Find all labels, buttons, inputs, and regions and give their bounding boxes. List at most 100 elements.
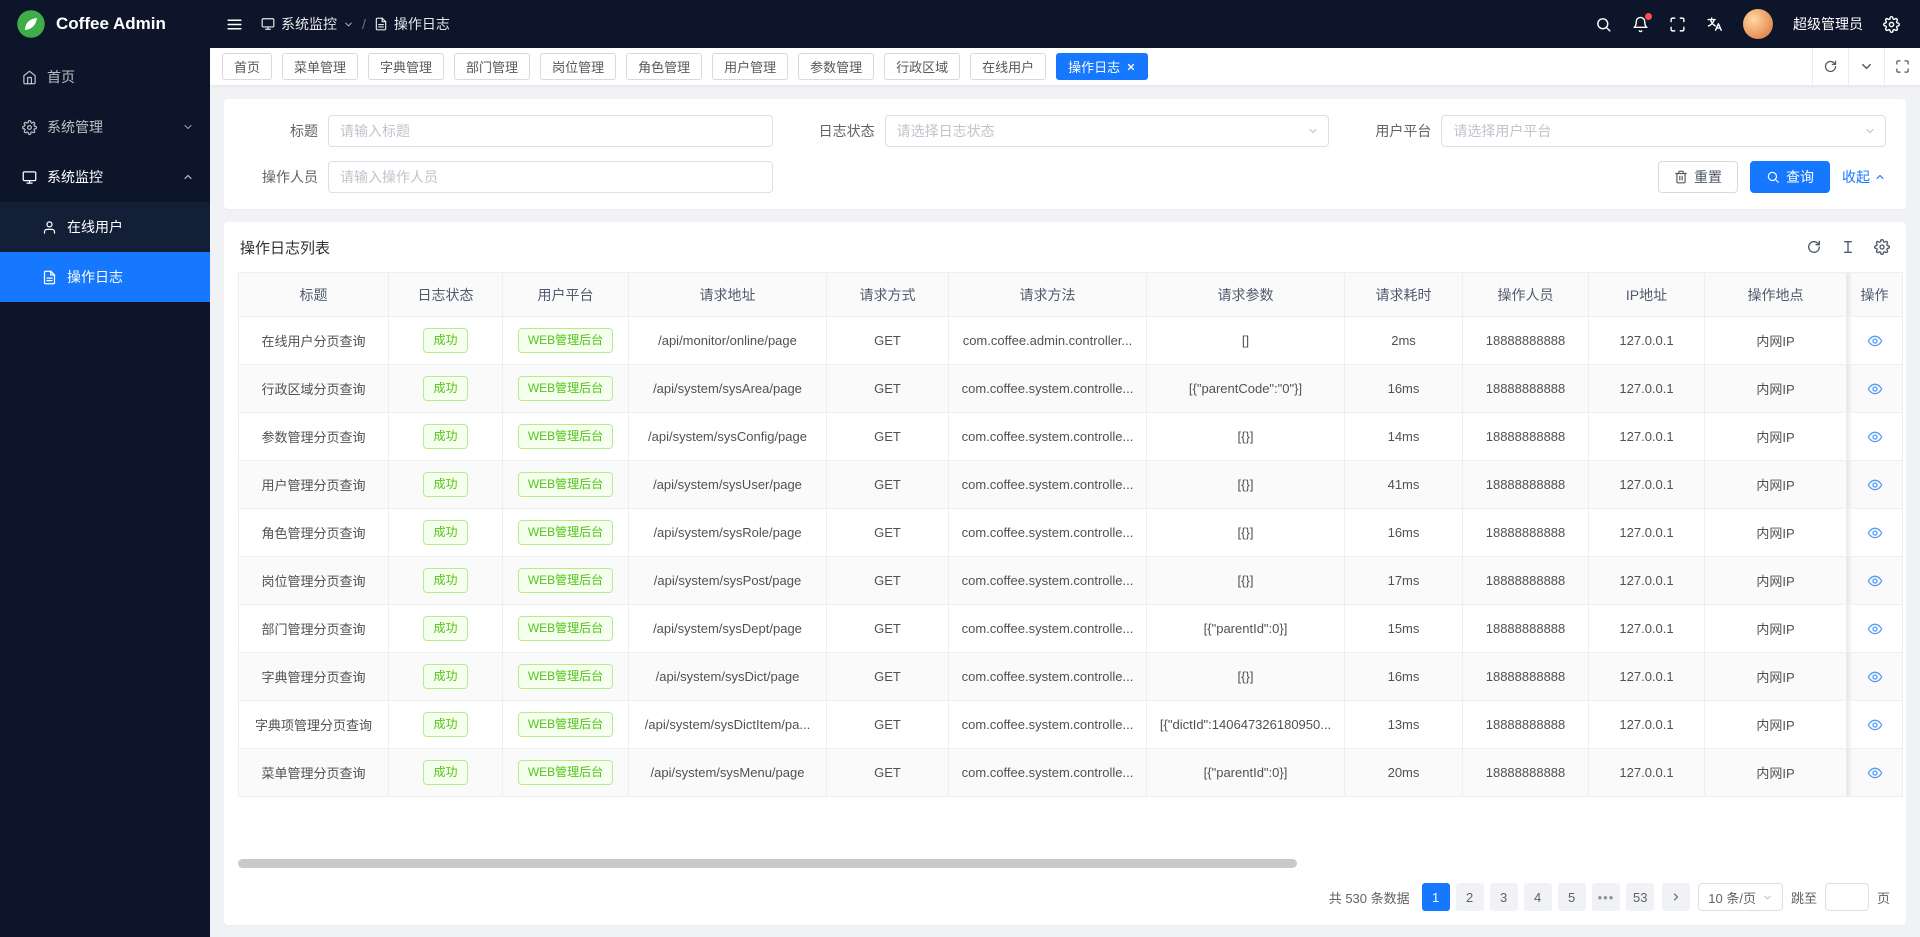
tab-item[interactable]: 角色管理 xyxy=(626,53,702,80)
view-detail-button[interactable] xyxy=(1867,429,1883,445)
tab-refresh-button[interactable] xyxy=(1812,48,1848,85)
sidebar-item-label: 在线用户 xyxy=(67,217,194,237)
view-detail-button[interactable] xyxy=(1867,669,1883,685)
fullscreen-button[interactable] xyxy=(1669,16,1686,33)
cell-request-params: [] xyxy=(1147,317,1345,365)
cell-ip-address: 127.0.0.1 xyxy=(1589,701,1705,749)
tab-label: 首页 xyxy=(234,57,260,76)
view-detail-button[interactable] xyxy=(1867,573,1883,589)
cell-operator: 18888888888 xyxy=(1463,701,1589,749)
sidebar-item-system-monitor[interactable]: 系统监控 xyxy=(0,152,210,202)
column-settings-button[interactable] xyxy=(1874,239,1890,255)
pagination-page-4[interactable]: 4 xyxy=(1524,883,1552,911)
cell-location: 内网IP xyxy=(1705,749,1847,797)
tab-item[interactable]: 用户管理 xyxy=(712,53,788,80)
cell-operator: 18888888888 xyxy=(1463,557,1589,605)
tab-item[interactable]: 部门管理 xyxy=(454,53,530,80)
tab-item[interactable]: 岗位管理 xyxy=(540,53,616,80)
reset-button-label: 重置 xyxy=(1694,167,1722,187)
sidebar-item-online-users[interactable]: 在线用户 xyxy=(0,202,210,252)
tab-item[interactable]: 操作日志 xyxy=(1056,53,1148,80)
view-detail-button[interactable] xyxy=(1867,717,1883,733)
cell-request-function: com.coffee.system.controlle... xyxy=(949,605,1147,653)
refresh-table-button[interactable] xyxy=(1806,239,1822,255)
pagination-page-3[interactable]: 3 xyxy=(1490,883,1518,911)
view-detail-button[interactable] xyxy=(1867,477,1883,493)
jump-page-input[interactable] xyxy=(1825,883,1869,911)
filter-item-status: 日志状态 请选择日志状态 xyxy=(801,115,1330,147)
tab-options-dropdown[interactable] xyxy=(1848,48,1884,85)
title-input[interactable] xyxy=(328,115,773,147)
pagination-page-2[interactable]: 2 xyxy=(1456,883,1484,911)
search-button[interactable] xyxy=(1595,16,1612,33)
eye-icon xyxy=(1867,477,1883,493)
chevron-down-icon xyxy=(1859,59,1874,74)
language-button[interactable] xyxy=(1706,16,1723,33)
home-icon xyxy=(22,70,37,85)
column-header: 请求方法 xyxy=(949,273,1147,317)
log-status-select[interactable]: 请选择日志状态 xyxy=(885,115,1330,147)
page-size-value: 10 条/页 xyxy=(1708,888,1756,907)
row-density-button[interactable] xyxy=(1840,239,1856,255)
platform-tag: WEB管理后台 xyxy=(518,424,613,449)
pagination-ellipsis[interactable]: ••• xyxy=(1592,883,1621,911)
sidebar-item-operation-log[interactable]: 操作日志 xyxy=(0,252,210,302)
view-detail-button[interactable] xyxy=(1867,381,1883,397)
sidebar-item-system-management[interactable]: 系统管理 xyxy=(0,102,210,152)
pagination-page-1[interactable]: 1 xyxy=(1422,883,1450,911)
tab-item[interactable]: 首页 xyxy=(222,53,272,80)
view-detail-button[interactable] xyxy=(1867,525,1883,541)
collapse-filter-link[interactable]: 收起 xyxy=(1842,167,1886,187)
cell-request-method: GET xyxy=(827,749,949,797)
tab-item[interactable]: 参数管理 xyxy=(798,53,874,80)
table-toolbar: 操作日志列表 xyxy=(224,222,1906,272)
reset-button[interactable]: 重置 xyxy=(1658,161,1738,193)
sidebar-item-home[interactable]: 首页 xyxy=(0,52,210,102)
cell-request-params: [{}] xyxy=(1147,461,1345,509)
filter-grid: 标题 日志状态 请选择日志状态 xyxy=(244,115,1886,193)
settings-button[interactable] xyxy=(1883,16,1900,33)
breadcrumb-label: 系统监控 xyxy=(281,14,337,34)
pagination-page-53[interactable]: 53 xyxy=(1626,883,1654,911)
app-logo[interactable]: Coffee Admin xyxy=(0,0,210,48)
operator-input[interactable] xyxy=(328,161,773,193)
cell-title: 字典项管理分页查询 xyxy=(255,718,372,733)
table-row: 用户管理分页查询 成功 WEB管理后台 /api/system/sysUser/… xyxy=(239,461,1903,509)
cell-location: 内网IP xyxy=(1705,653,1847,701)
sidebar-item-label: 首页 xyxy=(47,67,194,87)
cell-request-duration: 16ms xyxy=(1345,509,1463,557)
menu-fold-icon xyxy=(226,16,243,33)
tab-bar: 首页 菜单管理 字典管理 部门管理 岗位管理 角色管理 用户管理 参数管理 行政… xyxy=(210,48,1920,86)
content-fullscreen-button[interactable] xyxy=(1884,48,1920,85)
horizontal-scrollbar-thumb[interactable] xyxy=(238,859,1297,868)
search-submit-button[interactable]: 查询 xyxy=(1750,161,1830,193)
chevron-right-icon xyxy=(1670,891,1682,903)
cell-ip-address: 127.0.0.1 xyxy=(1589,317,1705,365)
tab-item[interactable]: 菜单管理 xyxy=(282,53,358,80)
tab-close-icon[interactable] xyxy=(1126,62,1136,72)
cell-ip-address: 127.0.0.1 xyxy=(1589,365,1705,413)
pagination-page-5[interactable]: 5 xyxy=(1558,883,1586,911)
cell-location: 内网IP xyxy=(1705,557,1847,605)
sidebar-collapse-button[interactable] xyxy=(226,16,243,33)
tab-label: 参数管理 xyxy=(810,57,862,76)
platform-tag: WEB管理后台 xyxy=(518,712,613,737)
pagination-next-button[interactable] xyxy=(1662,883,1690,911)
page-size-select[interactable]: 10 条/页 xyxy=(1698,883,1783,911)
tab-item[interactable]: 在线用户 xyxy=(970,53,1046,80)
cell-ip-address: 127.0.0.1 xyxy=(1589,653,1705,701)
notifications-button[interactable] xyxy=(1632,16,1649,33)
avatar[interactable] xyxy=(1743,9,1773,39)
document-icon xyxy=(42,270,57,285)
cell-location: 内网IP xyxy=(1705,605,1847,653)
user-platform-select[interactable]: 请选择用户平台 xyxy=(1441,115,1886,147)
breadcrumb-system-monitor[interactable]: 系统监控 xyxy=(261,14,354,34)
table-header-row: 标题日志状态用户平台请求地址请求方式请求方法请求参数请求耗时操作人员IP地址操作… xyxy=(239,273,1903,317)
tab-item[interactable]: 字典管理 xyxy=(368,53,444,80)
view-detail-button[interactable] xyxy=(1867,765,1883,781)
tab-item[interactable]: 行政区域 xyxy=(884,53,960,80)
cell-request-params: [{"parentId":0}] xyxy=(1147,605,1345,653)
view-detail-button[interactable] xyxy=(1867,333,1883,349)
view-detail-button[interactable] xyxy=(1867,621,1883,637)
refresh-icon xyxy=(1823,59,1838,74)
